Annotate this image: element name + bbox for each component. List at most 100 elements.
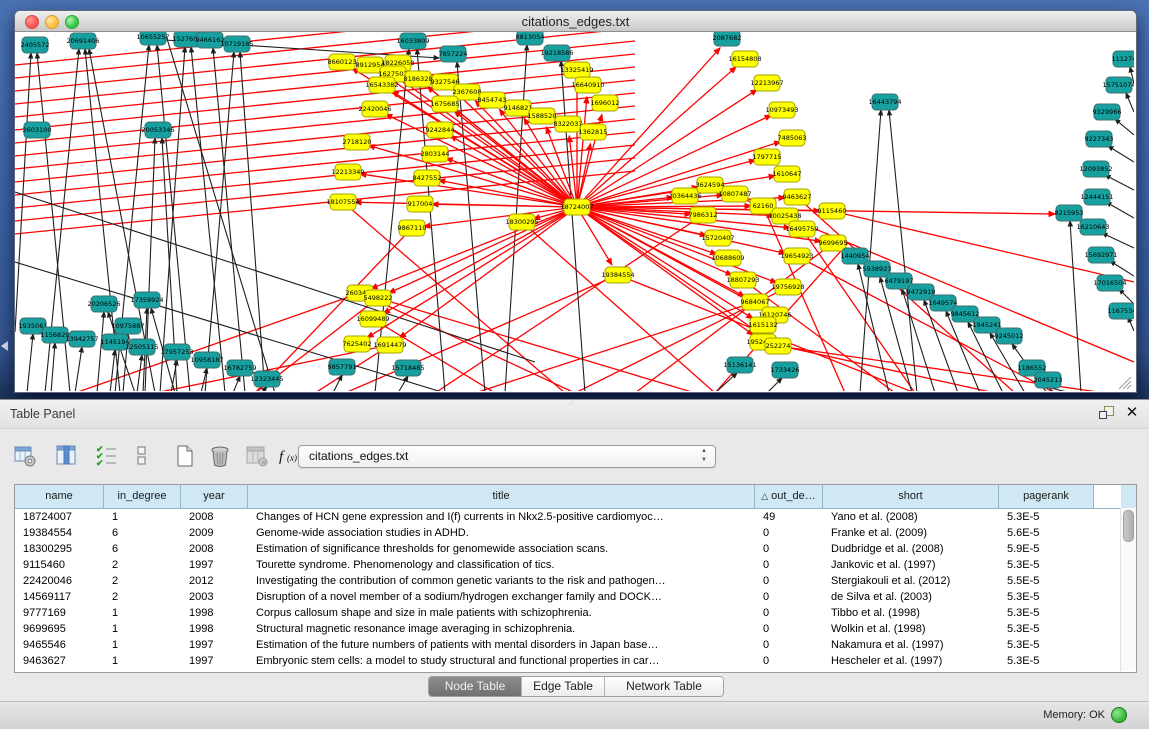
table-options-button[interactable] bbox=[12, 442, 38, 470]
graph-node[interactable]: 10719185 bbox=[220, 36, 253, 52]
graph-node[interactable]: 1615132 bbox=[749, 317, 778, 333]
column-visibility-button[interactable] bbox=[54, 442, 80, 470]
graph-node[interactable]: 5498222 bbox=[364, 290, 393, 306]
rows-button[interactable] bbox=[129, 442, 155, 470]
import-table-button[interactable]: ✕ bbox=[244, 442, 270, 470]
column-header-short[interactable]: short bbox=[823, 485, 999, 508]
graph-node[interactable]: 16782759 bbox=[223, 360, 256, 376]
graph-node[interactable]: 1696012 bbox=[591, 95, 620, 111]
graph-node[interactable]: 15751074 bbox=[1102, 77, 1134, 93]
graph-node[interactable]: 16543382 bbox=[365, 77, 398, 93]
new-file-button[interactable] bbox=[172, 442, 198, 470]
graph-node[interactable]: 19384554 bbox=[601, 267, 634, 283]
graph-node[interactable]: 18107554 bbox=[326, 194, 359, 210]
table-row[interactable]: 946554611997Estimation of the future num… bbox=[15, 637, 1136, 653]
scrollbar-thumb[interactable] bbox=[1123, 510, 1134, 542]
column-header-year[interactable]: year bbox=[181, 485, 248, 508]
column-header-title[interactable]: title bbox=[248, 485, 755, 508]
graph-node[interactable]: 10655257 bbox=[136, 32, 169, 45]
graph-node[interactable]: 15692971 bbox=[1084, 247, 1117, 263]
graph-node[interactable]: 15720407 bbox=[701, 230, 734, 246]
window-titlebar[interactable]: citations_edges.txt bbox=[15, 11, 1136, 32]
graph-node[interactable]: 1112745 bbox=[1112, 51, 1134, 67]
graph-node[interactable]: 16495759 bbox=[785, 221, 818, 237]
vertical-scrollbar[interactable] bbox=[1120, 508, 1136, 671]
graph-node[interactable]: 22420046 bbox=[358, 101, 391, 117]
graph-node[interactable]: 8454743 bbox=[478, 92, 507, 108]
graph-node[interactable]: 13325419 bbox=[560, 62, 593, 78]
tab-edge-table[interactable]: Edge Table bbox=[522, 677, 605, 696]
graph-node[interactable]: 2087682 bbox=[713, 32, 742, 46]
graph-node[interactable]: 8186328 bbox=[404, 71, 433, 87]
graph-node[interactable]: 9115460 bbox=[818, 203, 847, 219]
graph-node[interactable]: 7485063 bbox=[778, 130, 807, 146]
panel-collapse-arrow-icon[interactable] bbox=[1, 341, 8, 351]
graph-node[interactable]: 8427552 bbox=[413, 170, 442, 186]
graph-node[interactable]: 18300295 bbox=[505, 214, 538, 230]
graph-node[interactable]: 18724007 bbox=[560, 199, 593, 215]
column-header-pagerank[interactable]: pagerank bbox=[999, 485, 1094, 508]
graph-node[interactable]: 2803144 bbox=[421, 146, 450, 162]
splitter-grip[interactable]: ⋰ bbox=[569, 401, 581, 406]
graph-node[interactable]: 1675685 bbox=[431, 96, 460, 112]
graph-node[interactable]: 17359924 bbox=[130, 292, 163, 308]
graph-node[interactable]: 2603100 bbox=[23, 122, 52, 138]
graph-node[interactable]: 1797715 bbox=[753, 149, 782, 165]
graph-node[interactable]: 16210643 bbox=[1076, 219, 1109, 235]
table-row[interactable]: 1938455462009Genome-wide association stu… bbox=[15, 525, 1136, 541]
graph-node[interactable]: 9245012 bbox=[995, 328, 1024, 344]
graph-node[interactable]: 12093852 bbox=[1079, 161, 1112, 177]
graph-node[interactable]: 16154808 bbox=[728, 51, 761, 67]
window-resize-grip[interactable] bbox=[1119, 377, 1131, 389]
graph-node[interactable]: 12505115 bbox=[125, 339, 158, 355]
graph-node[interactable]: 9227343 bbox=[1085, 131, 1114, 147]
float-panel-icon[interactable] bbox=[1099, 406, 1115, 420]
graph-node[interactable]: 15718485 bbox=[391, 360, 424, 376]
table-row[interactable]: 969969511998Structural magnetic resonanc… bbox=[15, 621, 1136, 637]
graph-node[interactable]: 17016504 bbox=[1093, 275, 1126, 291]
graph-node[interactable]: 12213967 bbox=[750, 75, 783, 91]
graph-node[interactable]: 1362815 bbox=[579, 124, 608, 140]
graph-node[interactable]: 12444151 bbox=[1080, 189, 1113, 205]
graph-node[interactable]: 1167534 bbox=[1108, 303, 1134, 319]
graph-node[interactable]: 252274 bbox=[765, 338, 791, 354]
graph-node[interactable]: 16099489 bbox=[356, 311, 389, 327]
graph-node[interactable]: 12213349 bbox=[331, 164, 364, 180]
graph-node[interactable]: 1588520 bbox=[528, 108, 557, 124]
column-header-out_de[interactable]: △out_de… bbox=[755, 485, 823, 508]
memory-status-indicator[interactable] bbox=[1111, 707, 1127, 723]
column-header-name[interactable]: name bbox=[15, 485, 104, 508]
graph-node[interactable]: 9463627 bbox=[783, 189, 812, 205]
table-row[interactable]: 911546021997Tourette syndrome. Phenomeno… bbox=[15, 557, 1136, 573]
table-row[interactable]: 946362711997Embryonic stem cells: a mode… bbox=[15, 653, 1136, 669]
graph-node[interactable]: 10958187 bbox=[190, 352, 223, 368]
close-panel-icon[interactable]: ✕ bbox=[1124, 404, 1140, 422]
graph-node[interactable]: 20364436 bbox=[668, 188, 701, 204]
graph-node[interactable]: 8215953 bbox=[1055, 205, 1084, 221]
table-row[interactable]: 1872400712008Changes of HCN gene express… bbox=[15, 509, 1136, 525]
graph-node[interactable]: 19654923 bbox=[780, 248, 813, 264]
column-header-in_degree[interactable]: in_degree bbox=[104, 485, 181, 508]
graph-node[interactable]: 9857791 bbox=[328, 359, 357, 375]
network-canvas[interactable]: 1872400786601238912954182260581627503818… bbox=[15, 32, 1134, 391]
tab-node-table[interactable]: Node Table bbox=[429, 677, 522, 696]
graph-node[interactable]: 9329966 bbox=[1093, 104, 1122, 120]
graph-node[interactable]: 9867110 bbox=[398, 220, 427, 236]
graph-node[interactable]: 19756928 bbox=[771, 279, 804, 295]
graph-node[interactable]: 1733426 bbox=[771, 362, 800, 378]
graph-node[interactable]: 12323445 bbox=[250, 371, 283, 387]
tab-network-table[interactable]: Network Table bbox=[605, 677, 723, 696]
graph-node[interactable]: 20206526 bbox=[87, 296, 120, 312]
graph-node[interactable]: 2718120 bbox=[343, 134, 372, 150]
graph-node[interactable]: 10807487 bbox=[718, 186, 751, 202]
node-table[interactable]: namein_degreeyeartitle△out_de…shortpager… bbox=[14, 484, 1137, 673]
table-selector-dropdown[interactable]: citations_edges.txt ▲▼ bbox=[298, 445, 716, 468]
graph-node[interactable]: 10975887 bbox=[111, 318, 144, 334]
graph-node[interactable]: 8813054 bbox=[516, 32, 545, 45]
graph-node[interactable]: 17957253 bbox=[160, 344, 193, 360]
network-view-window[interactable]: citations_edges.txt 18724007866012389129… bbox=[14, 10, 1137, 393]
graph-node[interactable]: 15136141 bbox=[723, 357, 756, 373]
graph-node[interactable]: 13942757 bbox=[65, 331, 98, 347]
table-row[interactable]: 1830029562008Estimation of significance … bbox=[15, 541, 1136, 557]
graph-node[interactable]: 20691406 bbox=[66, 33, 99, 49]
